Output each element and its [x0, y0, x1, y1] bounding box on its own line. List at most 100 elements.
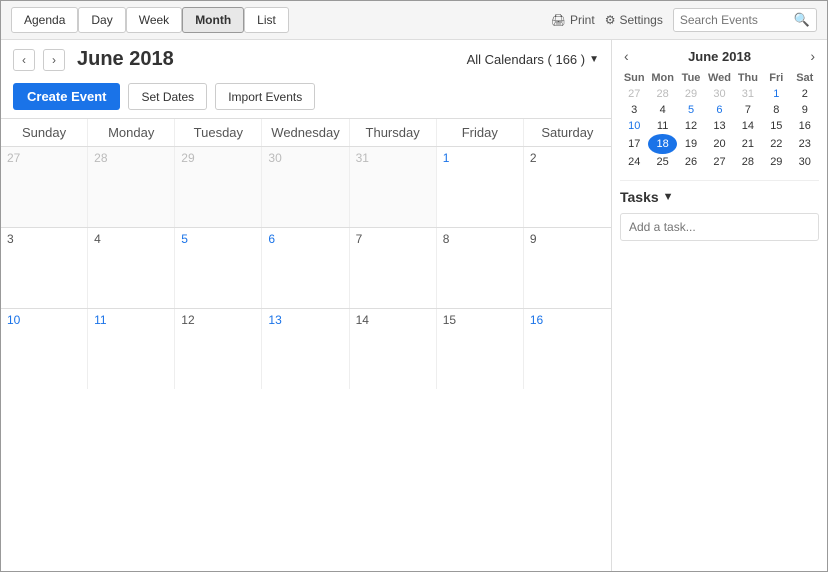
mini-day-cell[interactable]: 25	[648, 154, 676, 170]
mini-day-cell[interactable]: 19	[677, 134, 705, 154]
mini-day-cell[interactable]: 26	[677, 154, 705, 170]
day-number[interactable]: 11	[94, 313, 106, 327]
calendar-filter[interactable]: All Calendars ( 166 ) ▼	[467, 52, 599, 67]
mini-day-cell[interactable]: 17	[620, 134, 648, 154]
day-cell[interactable]: 5	[175, 228, 262, 308]
mini-day-cell[interactable]: 30	[791, 154, 819, 170]
search-icon: 🔍	[794, 12, 810, 28]
mini-day-cell[interactable]: 21	[734, 134, 762, 154]
day-cell[interactable]: 27	[1, 147, 88, 227]
day-cell[interactable]: 7	[350, 228, 437, 308]
settings-button[interactable]: ⚙ Settings	[605, 13, 663, 27]
day-cell[interactable]: 12	[175, 309, 262, 389]
tab-agenda[interactable]: Agenda	[11, 7, 78, 33]
day-number[interactable]: 14	[356, 313, 369, 327]
day-number[interactable]: 10	[7, 313, 20, 327]
mini-day-cell[interactable]: 31	[734, 86, 762, 102]
mini-day-cell[interactable]: 24	[620, 154, 648, 170]
day-number[interactable]: 27	[7, 151, 20, 165]
day-cell[interactable]: 16	[524, 309, 611, 389]
mini-day-header: Fri	[762, 70, 790, 86]
day-number[interactable]: 9	[530, 232, 537, 246]
day-number[interactable]: 2	[530, 151, 537, 165]
mini-day-cell[interactable]: 1	[762, 86, 790, 102]
mini-day-cell[interactable]: 14	[734, 118, 762, 134]
day-number[interactable]: 6	[268, 232, 275, 246]
create-event-button[interactable]: Create Event	[13, 83, 120, 110]
day-cell[interactable]: 31	[350, 147, 437, 227]
mini-day-cell[interactable]: 2	[791, 86, 819, 102]
add-task-input[interactable]	[620, 213, 819, 241]
day-number[interactable]: 29	[181, 151, 194, 165]
mini-day-cell[interactable]: 23	[791, 134, 819, 154]
day-number[interactable]: 4	[94, 232, 101, 246]
mini-day-cell[interactable]: 7	[734, 102, 762, 118]
day-cell[interactable]: 15	[437, 309, 524, 389]
mini-day-cell[interactable]: 12	[677, 118, 705, 134]
day-number[interactable]: 12	[181, 313, 194, 327]
mini-day-cell[interactable]: 28	[648, 86, 676, 102]
day-cell[interactable]: 2	[524, 147, 611, 227]
day-cell[interactable]: 3	[1, 228, 88, 308]
day-number[interactable]: 8	[443, 232, 450, 246]
action-bar: Create Event Set Dates Import Events	[1, 79, 611, 118]
day-number[interactable]: 5	[181, 232, 188, 246]
tab-month[interactable]: Month	[182, 7, 244, 33]
day-cell[interactable]: 4	[88, 228, 175, 308]
mini-day-cell[interactable]: 30	[705, 86, 733, 102]
mini-day-cell[interactable]: 29	[677, 86, 705, 102]
set-dates-button[interactable]: Set Dates	[128, 83, 207, 110]
import-events-button[interactable]: Import Events	[215, 83, 315, 110]
day-cell[interactable]: 30	[262, 147, 349, 227]
mini-day-cell[interactable]: 13	[705, 118, 733, 134]
day-cell[interactable]: 11	[88, 309, 175, 389]
day-number[interactable]: 13	[268, 313, 281, 327]
mini-day-cell[interactable]: 22	[762, 134, 790, 154]
day-number[interactable]: 7	[356, 232, 363, 246]
search-input[interactable]	[680, 13, 790, 27]
mini-day-cell[interactable]: 6	[705, 102, 733, 118]
print-button[interactable]: 🖨 Print	[551, 13, 595, 27]
day-number[interactable]: 31	[356, 151, 369, 165]
mini-day-header: Sun	[620, 70, 648, 86]
mini-day-cell[interactable]: 15	[762, 118, 790, 134]
mini-next-month-button[interactable]: ›	[806, 48, 819, 64]
mini-day-cell[interactable]: 10	[620, 118, 648, 134]
day-number[interactable]: 3	[7, 232, 14, 246]
day-number[interactable]: 15	[443, 313, 456, 327]
mini-prev-month-button[interactable]: ‹	[620, 48, 633, 64]
mini-day-cell[interactable]: 29	[762, 154, 790, 170]
day-number[interactable]: 16	[530, 313, 543, 327]
mini-panel: ‹ June 2018 › SunMonTueWedThuFriSat 2728…	[612, 40, 827, 571]
mini-day-cell[interactable]: 8	[762, 102, 790, 118]
prev-month-button[interactable]: ‹	[13, 49, 35, 71]
day-cell[interactable]: 9	[524, 228, 611, 308]
day-cell[interactable]: 13	[262, 309, 349, 389]
tab-list[interactable]: List	[244, 7, 289, 33]
next-month-button[interactable]: ›	[43, 49, 65, 71]
day-number[interactable]: 30	[268, 151, 281, 165]
mini-day-cell[interactable]: 20	[705, 134, 733, 154]
mini-day-cell[interactable]: 27	[705, 154, 733, 170]
mini-day-cell[interactable]: 9	[791, 102, 819, 118]
day-cell[interactable]: 10	[1, 309, 88, 389]
tab-week[interactable]: Week	[126, 7, 182, 33]
day-number[interactable]: 1	[443, 151, 450, 165]
day-cell[interactable]: 1	[437, 147, 524, 227]
day-cell[interactable]: 29	[175, 147, 262, 227]
mini-day-cell[interactable]: 5	[677, 102, 705, 118]
mini-day-cell[interactable]: 27	[620, 86, 648, 102]
mini-day-cell[interactable]: 28	[734, 154, 762, 170]
mini-day-cell[interactable]: 3	[620, 102, 648, 118]
mini-day-cell[interactable]: 4	[648, 102, 676, 118]
day-cell[interactable]: 28	[88, 147, 175, 227]
day-cell[interactable]: 8	[437, 228, 524, 308]
day-cell[interactable]: 6	[262, 228, 349, 308]
mini-day-cell[interactable]: 16	[791, 118, 819, 134]
tab-day[interactable]: Day	[78, 7, 125, 33]
day-number[interactable]: 28	[94, 151, 107, 165]
mini-week-row: 10111213141516	[620, 118, 819, 134]
mini-day-cell[interactable]: 11	[648, 118, 676, 134]
mini-day-cell[interactable]: 18	[648, 134, 676, 154]
day-cell[interactable]: 14	[350, 309, 437, 389]
